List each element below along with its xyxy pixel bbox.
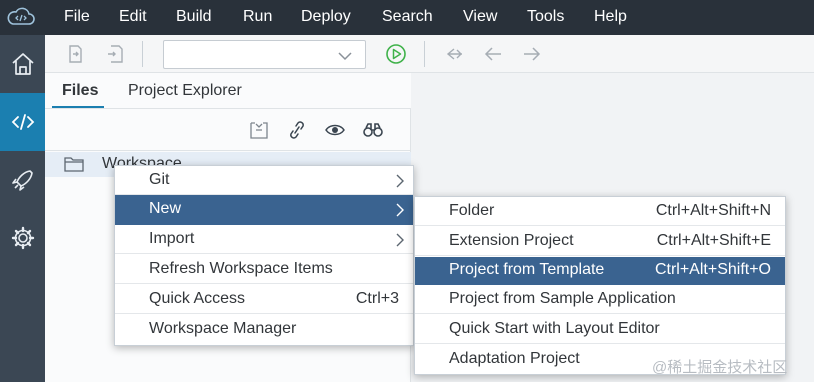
context-item-label: Quick Access (149, 290, 246, 307)
nav-home-button[interactable] (0, 35, 45, 93)
submenu-item-label: Project from Sample Application (449, 290, 676, 307)
left-navigation (0, 35, 45, 382)
tab-files[interactable]: Files (62, 73, 98, 109)
submenu-item-shortcut: Ctrl+Alt+Shift+E (656, 232, 771, 249)
toolbar-separator (142, 41, 143, 67)
menu-edit[interactable]: Edit (119, 0, 147, 35)
folder-icon (64, 157, 84, 172)
nav-deploy-button[interactable] (0, 151, 45, 209)
link-icon[interactable] (286, 120, 308, 140)
search-binoculars-icon[interactable] (362, 120, 384, 140)
watermark: @稀土掘金技术社区 (652, 359, 788, 376)
menu-search[interactable]: Search (382, 0, 433, 35)
menu-view[interactable]: View (463, 0, 497, 35)
rocket-icon (11, 170, 33, 191)
context-menu: Git New Import Refresh Workspace Items Q… (114, 165, 414, 346)
submenu-item-label: Adaptation Project (449, 350, 580, 367)
menu-build[interactable]: Build (176, 0, 212, 35)
tree-toolbar (45, 109, 411, 151)
collapse-all-icon[interactable] (248, 120, 270, 140)
context-item-label: Git (149, 171, 170, 188)
chevron-right-icon (396, 233, 404, 247)
menu-file[interactable]: File (64, 0, 90, 35)
chevron-down-icon (338, 52, 352, 61)
back-step-icon[interactable] (445, 44, 465, 64)
context-item-new[interactable]: New (115, 195, 413, 225)
chevron-right-icon (396, 174, 404, 188)
run-configuration-select[interactable] (163, 40, 366, 69)
nav-development-button[interactable] (0, 93, 45, 151)
context-item-import[interactable]: Import (115, 225, 413, 254)
forward-icon[interactable] (522, 44, 542, 64)
chevron-right-icon (396, 203, 404, 217)
gear-icon (11, 226, 34, 250)
toolbar-separator (424, 41, 425, 67)
submenu-item-quick-start-layout-editor[interactable]: Quick Start with Layout Editor (415, 315, 785, 344)
tab-project-explorer[interactable]: Project Explorer (128, 73, 242, 109)
context-item-workspace-manager[interactable]: Workspace Manager (115, 315, 413, 344)
menu-run[interactable]: Run (243, 0, 272, 35)
back-icon[interactable] (483, 44, 503, 64)
import-icon[interactable] (65, 44, 85, 64)
export-icon[interactable] (104, 44, 124, 64)
menu-bar: File Edit Build Run Deploy Search View T… (0, 0, 814, 35)
show-hidden-icon[interactable] (324, 120, 346, 140)
context-item-git[interactable]: Git (115, 166, 413, 195)
home-icon (11, 53, 34, 75)
submenu-item-project-from-template[interactable]: Project from Template Ctrl+Alt+Shift+O (415, 257, 785, 285)
new-submenu: Folder Ctrl+Alt+Shift+N Extension Projec… (414, 196, 786, 375)
menu-tools[interactable]: Tools (527, 0, 564, 35)
submenu-item-label: Quick Start with Layout Editor (449, 320, 660, 337)
submenu-item-label: Folder (449, 202, 495, 219)
submenu-item-extension-project[interactable]: Extension Project Ctrl+Alt+Shift+E (415, 227, 785, 256)
submenu-item-project-from-sample[interactable]: Project from Sample Application (415, 285, 785, 314)
nav-preferences-button[interactable] (0, 209, 45, 267)
toolbar (45, 35, 814, 73)
menu-help[interactable]: Help (594, 0, 627, 35)
context-item-label: Import (149, 230, 195, 247)
submenu-item-shortcut: Ctrl+Alt+Shift+N (655, 202, 771, 219)
submenu-item-shortcut: Ctrl+Alt+Shift+O (654, 261, 771, 278)
context-item-label: Refresh Workspace Items (149, 260, 333, 277)
cloud-code-logo-icon (7, 7, 35, 25)
submenu-item-label: Project from Template (449, 261, 605, 278)
context-item-label: New (149, 200, 182, 217)
context-item-label: Workspace Manager (149, 320, 297, 337)
code-icon (11, 114, 34, 130)
context-item-quick-access[interactable]: Quick Access Ctrl+3 (115, 285, 413, 314)
pane-tabs: Files Project Explorer (45, 73, 411, 109)
submenu-item-folder[interactable]: Folder Ctrl+Alt+Shift+N (415, 197, 785, 226)
context-item-shortcut: Ctrl+3 (355, 290, 399, 307)
context-item-refresh-workspace[interactable]: Refresh Workspace Items (115, 255, 413, 284)
menu-deploy[interactable]: Deploy (301, 0, 351, 35)
submenu-item-label: Extension Project (449, 232, 574, 249)
run-icon[interactable] (385, 43, 407, 65)
